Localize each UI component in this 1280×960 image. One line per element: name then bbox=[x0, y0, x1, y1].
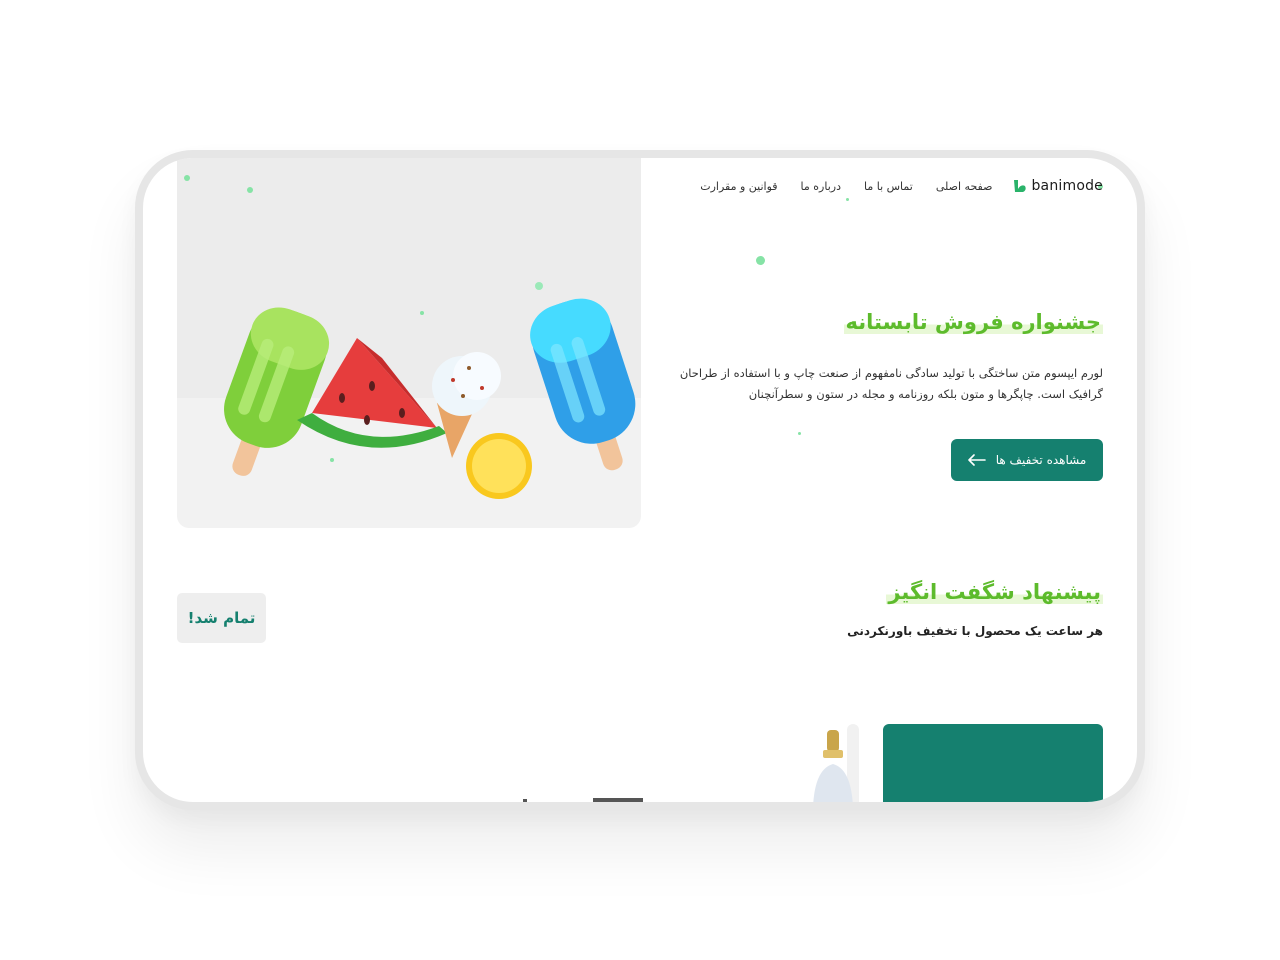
offers-subtitle: هر ساعت یک محصول با تخفیف باورنکردنی bbox=[847, 624, 1103, 638]
offer-card[interactable] bbox=[883, 724, 1103, 802]
banimode-logo[interactable]: banimode bbox=[1012, 178, 1103, 194]
offers-title: پیشنهاد شگفت انگیز bbox=[886, 580, 1103, 604]
brand-name: banimode bbox=[1031, 178, 1103, 194]
perfume-product-image bbox=[813, 724, 859, 802]
hero-title: جشنواره فروش تابستانه bbox=[843, 310, 1103, 334]
hero-illustration bbox=[177, 158, 641, 528]
nav-link-contact[interactable]: تماس با ما bbox=[864, 180, 913, 193]
banimode-logo-icon bbox=[1014, 180, 1027, 192]
device-frame: banimode صفحه اصلی تماس با ما درباره ما … bbox=[135, 150, 1145, 810]
device-screen: banimode صفحه اصلی تماس با ما درباره ما … bbox=[143, 158, 1137, 802]
view-discounts-label: مشاهده تخفیف ها bbox=[995, 453, 1087, 467]
clipped-text-fragment bbox=[523, 798, 643, 802]
nav-link-terms[interactable]: قوانین و مقرارت bbox=[700, 180, 777, 193]
nav-link-home[interactable]: صفحه اصلی bbox=[936, 180, 993, 193]
hero-description: لورم ایپسوم متن ساختگی با تولید سادگی نا… bbox=[679, 366, 1103, 401]
nav-link-about[interactable]: درباره ما bbox=[801, 180, 841, 193]
top-nav: banimode صفحه اصلی تماس با ما درباره ما … bbox=[677, 178, 1103, 194]
arrow-left-icon bbox=[967, 454, 986, 466]
offer-status-badge: تمام شد! bbox=[177, 593, 266, 643]
view-discounts-button[interactable]: مشاهده تخفیف ها bbox=[951, 439, 1103, 481]
